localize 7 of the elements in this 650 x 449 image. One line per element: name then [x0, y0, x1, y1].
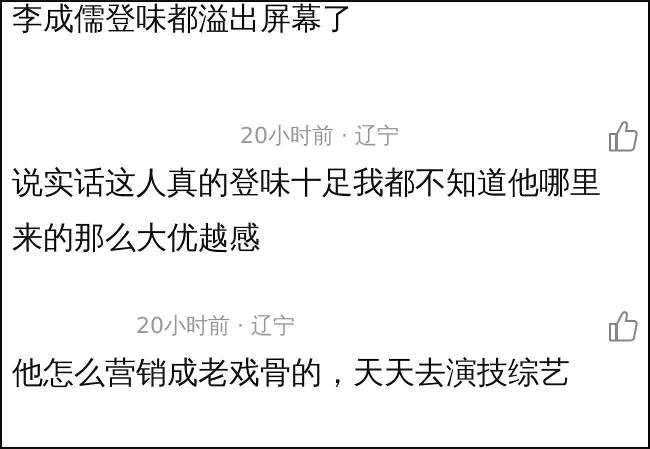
like-icon[interactable] [608, 310, 638, 342]
comment-text: 说实话这人真的登味十足我都不知道他哪里来的那么大优越感 [12, 164, 602, 258]
comment-meta: 20小时前 · 辽宁 [239, 122, 399, 150]
comment-text: 李成儒登味都溢出屏幕了 [12, 0, 354, 38]
like-icon[interactable] [608, 120, 638, 152]
comment-meta: 20小时前 · 辽宁 [135, 312, 295, 340]
comment-text: 他怎么营销成老戏骨的，天天去演技综艺 [12, 354, 571, 393]
